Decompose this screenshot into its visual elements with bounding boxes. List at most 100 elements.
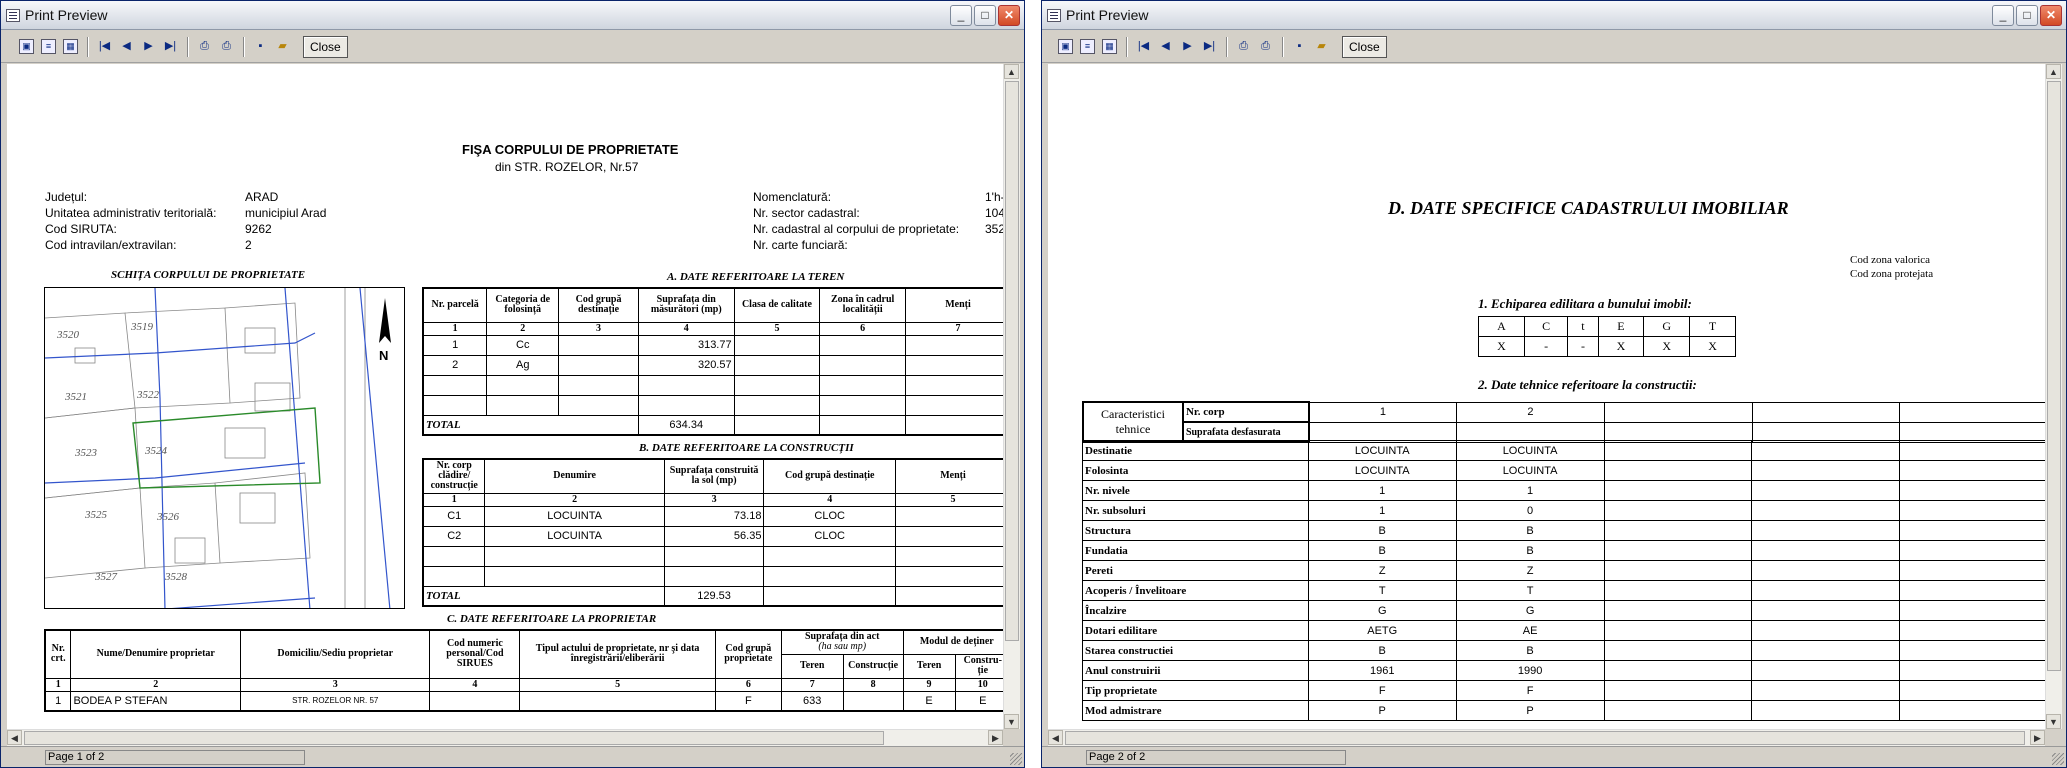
row-label: Destinatie xyxy=(1082,440,1309,461)
maximize-button[interactable]: □ xyxy=(2016,5,2038,26)
close-window-button[interactable]: ✕ xyxy=(998,5,1020,26)
property-sketch-map: 3520 3519 3521 3522 3523 3524 3525 3526 … xyxy=(44,287,405,609)
title-bar[interactable]: Print Preview _ □ ✕ xyxy=(1042,1,2066,30)
multi-page-icon[interactable]: ▦ xyxy=(63,39,78,54)
scroll-left-icon[interactable]: ◀ xyxy=(1048,730,1063,745)
cell-value: B xyxy=(1307,640,1457,661)
save-icon[interactable]: ▪ xyxy=(1292,39,1307,54)
one-page-icon[interactable]: ▣ xyxy=(19,39,34,54)
scroll-thumb[interactable] xyxy=(24,731,884,745)
column-header: Nr. crt. xyxy=(44,629,72,679)
column-header: Cod grupă destinație xyxy=(558,287,639,323)
row-label: Folosinta xyxy=(1082,460,1309,481)
column-header: Domiciliu/Sediu proprietar xyxy=(240,629,431,679)
resize-grip-icon[interactable] xyxy=(2052,753,2064,765)
page-width-icon[interactable]: ≡ xyxy=(1080,39,1095,54)
close-preview-button[interactable]: Close xyxy=(303,36,348,58)
row-label: Dotari edilitare xyxy=(1082,620,1309,641)
table-row: Tip proprietate F F xyxy=(1082,680,2045,701)
column-number: 6 xyxy=(819,321,906,336)
info-label: Nomenclatură: xyxy=(753,190,832,204)
next-page-icon[interactable]: ▶ xyxy=(1180,39,1195,54)
open-folder-icon[interactable]: ▰ xyxy=(1314,39,1329,54)
row-label: Anul construirii xyxy=(1082,660,1309,681)
table-row: Mod admistrare P P xyxy=(1082,700,2045,721)
last-page-icon[interactable]: ▶| xyxy=(163,39,178,54)
page-title: FIŞA CORPULUI DE PROPRIETATE xyxy=(462,142,679,157)
print-setup-icon[interactable]: ⎙ xyxy=(1236,39,1251,54)
scroll-left-icon[interactable]: ◀ xyxy=(7,730,22,745)
info-label: Unitatea administrativ teritorială: xyxy=(45,206,217,220)
north-arrow-icon: N xyxy=(379,298,391,363)
caract-header: Caracteristici tehnice xyxy=(1082,401,1184,443)
close-preview-button[interactable]: Close xyxy=(1342,36,1387,58)
cell-value: T xyxy=(1307,580,1457,601)
table-row: Nr. nivele 1 1 xyxy=(1082,480,2045,501)
cell-value: Z xyxy=(1455,560,1605,581)
prev-page-icon[interactable]: ◀ xyxy=(1158,39,1173,54)
multi-page-icon[interactable]: ▦ xyxy=(1102,39,1117,54)
cell-value: LOCUINTA xyxy=(1307,460,1457,481)
scroll-right-icon[interactable]: ▶ xyxy=(988,730,1003,745)
resize-grip-icon[interactable] xyxy=(1010,753,1022,765)
open-folder-icon[interactable]: ▰ xyxy=(275,39,290,54)
table-row: Destinatie LOCUINTA LOCUINTA xyxy=(1082,440,2045,461)
save-icon[interactable]: ▪ xyxy=(253,39,268,54)
cell-value: P xyxy=(1455,700,1605,721)
next-page-icon[interactable]: ▶ xyxy=(141,39,156,54)
first-page-icon[interactable]: |◀ xyxy=(1136,39,1151,54)
cell-value: B xyxy=(1455,540,1605,561)
column-header: Menți xyxy=(904,287,1003,323)
horizontal-scrollbar[interactable]: ◀ ▶ xyxy=(7,729,1003,746)
scroll-thumb[interactable] xyxy=(2047,81,2061,671)
land-table: Nr. parcelă Categoria de folosință Cod g… xyxy=(422,287,1003,436)
column-number: 2 xyxy=(486,321,560,336)
cell-value: 1961 xyxy=(1307,660,1457,681)
table-row: Pereti Z Z xyxy=(1082,560,2045,581)
row-label: Structura xyxy=(1082,520,1309,541)
table-row: 1 Cc 313.77 xyxy=(422,334,1003,356)
close-window-button[interactable]: ✕ xyxy=(2040,5,2062,26)
minimize-button[interactable]: _ xyxy=(1992,5,2014,26)
table-row xyxy=(422,565,1003,587)
scroll-thumb[interactable] xyxy=(1005,81,1019,641)
vertical-scrollbar[interactable]: ▲ ▼ xyxy=(2045,64,2062,729)
horizontal-scrollbar[interactable]: ◀ ▶ xyxy=(1048,729,2045,746)
suprafata-header: Suprafata desfasurata xyxy=(1181,421,1310,443)
prev-page-icon[interactable]: ◀ xyxy=(119,39,134,54)
page-width-icon[interactable]: ≡ xyxy=(41,39,56,54)
print-preview-window-2: Print Preview _ □ ✕ ▣ ≡ ▦ |◀ ◀ ▶ ▶| ⎙ ⎙ … xyxy=(1041,0,2067,768)
map-label: 3527 xyxy=(94,571,118,583)
scroll-up-icon[interactable]: ▲ xyxy=(2046,64,2061,79)
maximize-button[interactable]: □ xyxy=(974,5,996,26)
column-header: Zona în cadrul localității xyxy=(819,287,906,323)
one-page-icon[interactable]: ▣ xyxy=(1058,39,1073,54)
scroll-right-icon[interactable]: ▶ xyxy=(2030,730,2045,745)
map-label: 3520 xyxy=(56,329,80,341)
print-setup-icon[interactable]: ⎙ xyxy=(197,39,212,54)
title-bar[interactable]: Print Preview _ □ ✕ xyxy=(1,1,1024,30)
print-icon[interactable]: ⎙ xyxy=(1258,39,1273,54)
print-icon[interactable]: ⎙ xyxy=(219,39,234,54)
first-page-icon[interactable]: |◀ xyxy=(97,39,112,54)
vertical-scrollbar[interactable]: ▲ ▼ xyxy=(1003,64,1020,729)
scroll-up-icon[interactable]: ▲ xyxy=(1004,64,1019,79)
row-label: Nr. nivele xyxy=(1082,480,1309,501)
info-value: 104 xyxy=(985,206,1003,220)
column-header: Suprafața construită la sol (mp) xyxy=(663,458,765,494)
buildings-table: Nr. corp clădire/ construcție Denumire S… xyxy=(422,458,1003,607)
window-title: Print Preview xyxy=(25,7,108,23)
cell-value: B xyxy=(1307,540,1457,561)
last-page-icon[interactable]: ▶| xyxy=(1202,39,1217,54)
scroll-down-icon[interactable]: ▼ xyxy=(2046,714,2061,729)
scroll-down-icon[interactable]: ▼ xyxy=(1004,714,1019,729)
minimize-button[interactable]: _ xyxy=(950,5,972,26)
app-icon xyxy=(1047,9,1061,22)
scroll-thumb[interactable] xyxy=(1065,731,2025,745)
map-label: 3525 xyxy=(84,509,108,521)
map-label: 3519 xyxy=(130,321,154,333)
cell-value: AE xyxy=(1455,620,1605,641)
column-header: Denumire xyxy=(484,458,665,494)
info-label: Cod SIRUTA: xyxy=(45,222,117,236)
sketch-title: SCHIȚA CORPULUI DE PROPRIETATE xyxy=(111,269,306,281)
